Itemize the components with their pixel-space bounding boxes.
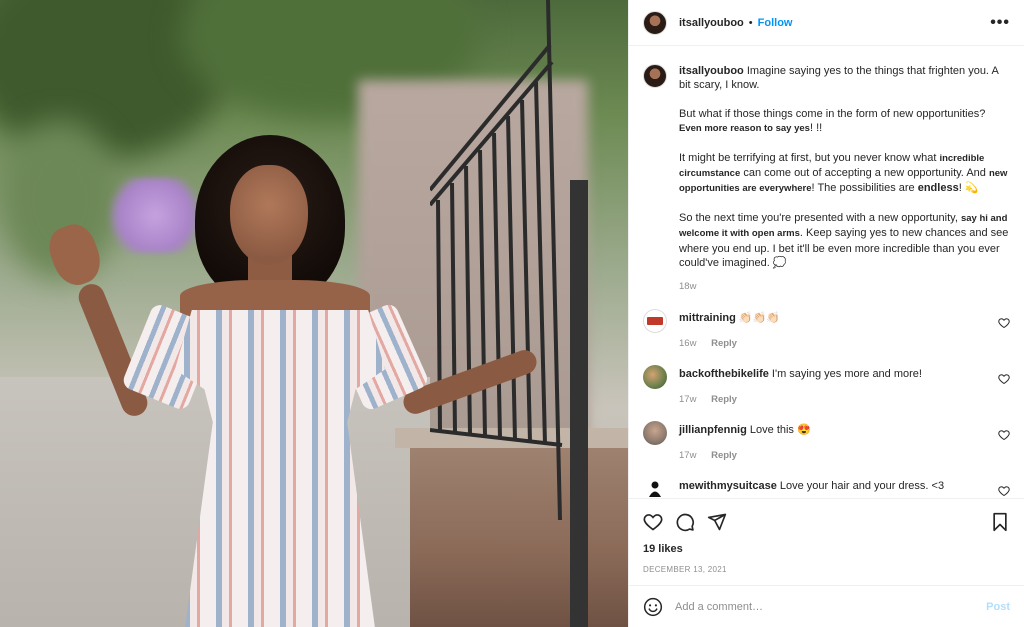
author-username[interactable]: itsallyouboo [679, 17, 744, 29]
comment-meta: 16w Reply [679, 337, 999, 351]
commenter-avatar[interactable] [643, 364, 667, 389]
reply-button[interactable]: Reply [711, 338, 737, 349]
caption-paragraph-2: But what if those things come in the for… [679, 107, 986, 135]
caption-avatar[interactable] [643, 64, 667, 88]
post-photo[interactable] [0, 0, 628, 627]
comment-meta: 17w Reply [679, 449, 999, 463]
header-separator: • [748, 16, 753, 29]
comment-input[interactable] [675, 600, 987, 613]
add-comment-bar: Post [629, 585, 1024, 627]
emoji-icon[interactable] [643, 597, 663, 617]
post-caption: itsallyouboo Imagine saying yes to the t… [643, 64, 1010, 295]
comment-time[interactable]: 17w [679, 450, 696, 461]
post-header: itsallyouboo • Follow ••• [629, 0, 1024, 46]
comment-time[interactable]: 17w [679, 394, 696, 405]
like-comment-heart-icon[interactable] [998, 373, 1010, 385]
commenter-avatar[interactable] [643, 420, 667, 445]
reply-button[interactable]: Reply [711, 394, 737, 405]
like-comment-heart-icon[interactable] [998, 485, 1010, 497]
comment-text: I'm saying yes more and more! [771, 367, 922, 380]
comment-text: Love this 😍 [749, 423, 811, 436]
silhouette-icon [649, 481, 661, 497]
caption-paragraph-4: So the next time you're presented with a… [679, 211, 1009, 269]
caption-username[interactable]: itsallyouboo [679, 65, 744, 77]
more-options-icon[interactable]: ••• [990, 14, 1010, 32]
post-date[interactable]: DECEMBER 13, 2021 [643, 565, 1010, 574]
caption-timestamp[interactable]: 18w [679, 280, 1010, 294]
author-avatar[interactable] [643, 10, 667, 35]
commenter-avatar[interactable] [643, 476, 667, 498]
comment-item: mittraining 👏🏻👏🏻👏🏻 16w Reply [643, 308, 1010, 351]
comment-bubble-icon[interactable] [675, 512, 695, 532]
comment-item: mewithmysuitcase Love your hair and your… [643, 476, 1010, 498]
comment-username[interactable]: backofthebikelife [679, 368, 769, 380]
comment-item: backofthebikelife I'm saying yes more an… [643, 364, 1010, 407]
save-bookmark-icon[interactable] [990, 512, 1010, 532]
caption-paragraph-3: It might be terrifying at first, but you… [679, 151, 1008, 195]
like-count[interactable]: 19 likes [643, 543, 1010, 555]
follow-button[interactable]: Follow [758, 17, 793, 29]
comment-username[interactable]: jillianpfennig [679, 424, 747, 436]
comments-scroll-area[interactable]: itsallyouboo Imagine saying yes to the t… [629, 46, 1024, 498]
comment-text: 👏🏻👏🏻👏🏻 [738, 311, 780, 324]
reply-button[interactable]: Reply [711, 450, 737, 461]
comment-username[interactable]: mittraining [679, 312, 736, 324]
like-heart-icon[interactable] [643, 512, 663, 532]
comment-item: jillianpfennig Love this 😍 17w Reply [643, 420, 1010, 463]
post-sidebar: itsallyouboo • Follow ••• itsallyouboo I… [628, 0, 1024, 627]
post-actions: 19 likes DECEMBER 13, 2021 [629, 498, 1024, 574]
commenter-avatar[interactable] [643, 308, 667, 333]
share-send-icon[interactable] [707, 512, 727, 532]
instagram-post: itsallyouboo • Follow ••• itsallyouboo I… [0, 0, 1024, 627]
comment-username[interactable]: mewithmysuitcase [679, 480, 777, 492]
comment-meta: 17w Reply [679, 393, 999, 407]
comment-text: Love your hair and your dress. <3 [779, 479, 945, 492]
comment-time[interactable]: 16w [679, 338, 696, 349]
like-comment-heart-icon[interactable] [998, 429, 1010, 441]
post-comment-button[interactable]: Post [986, 601, 1010, 613]
caption-body: itsallyouboo Imagine saying yes to the t… [679, 64, 1010, 295]
like-comment-heart-icon[interactable] [998, 317, 1010, 329]
